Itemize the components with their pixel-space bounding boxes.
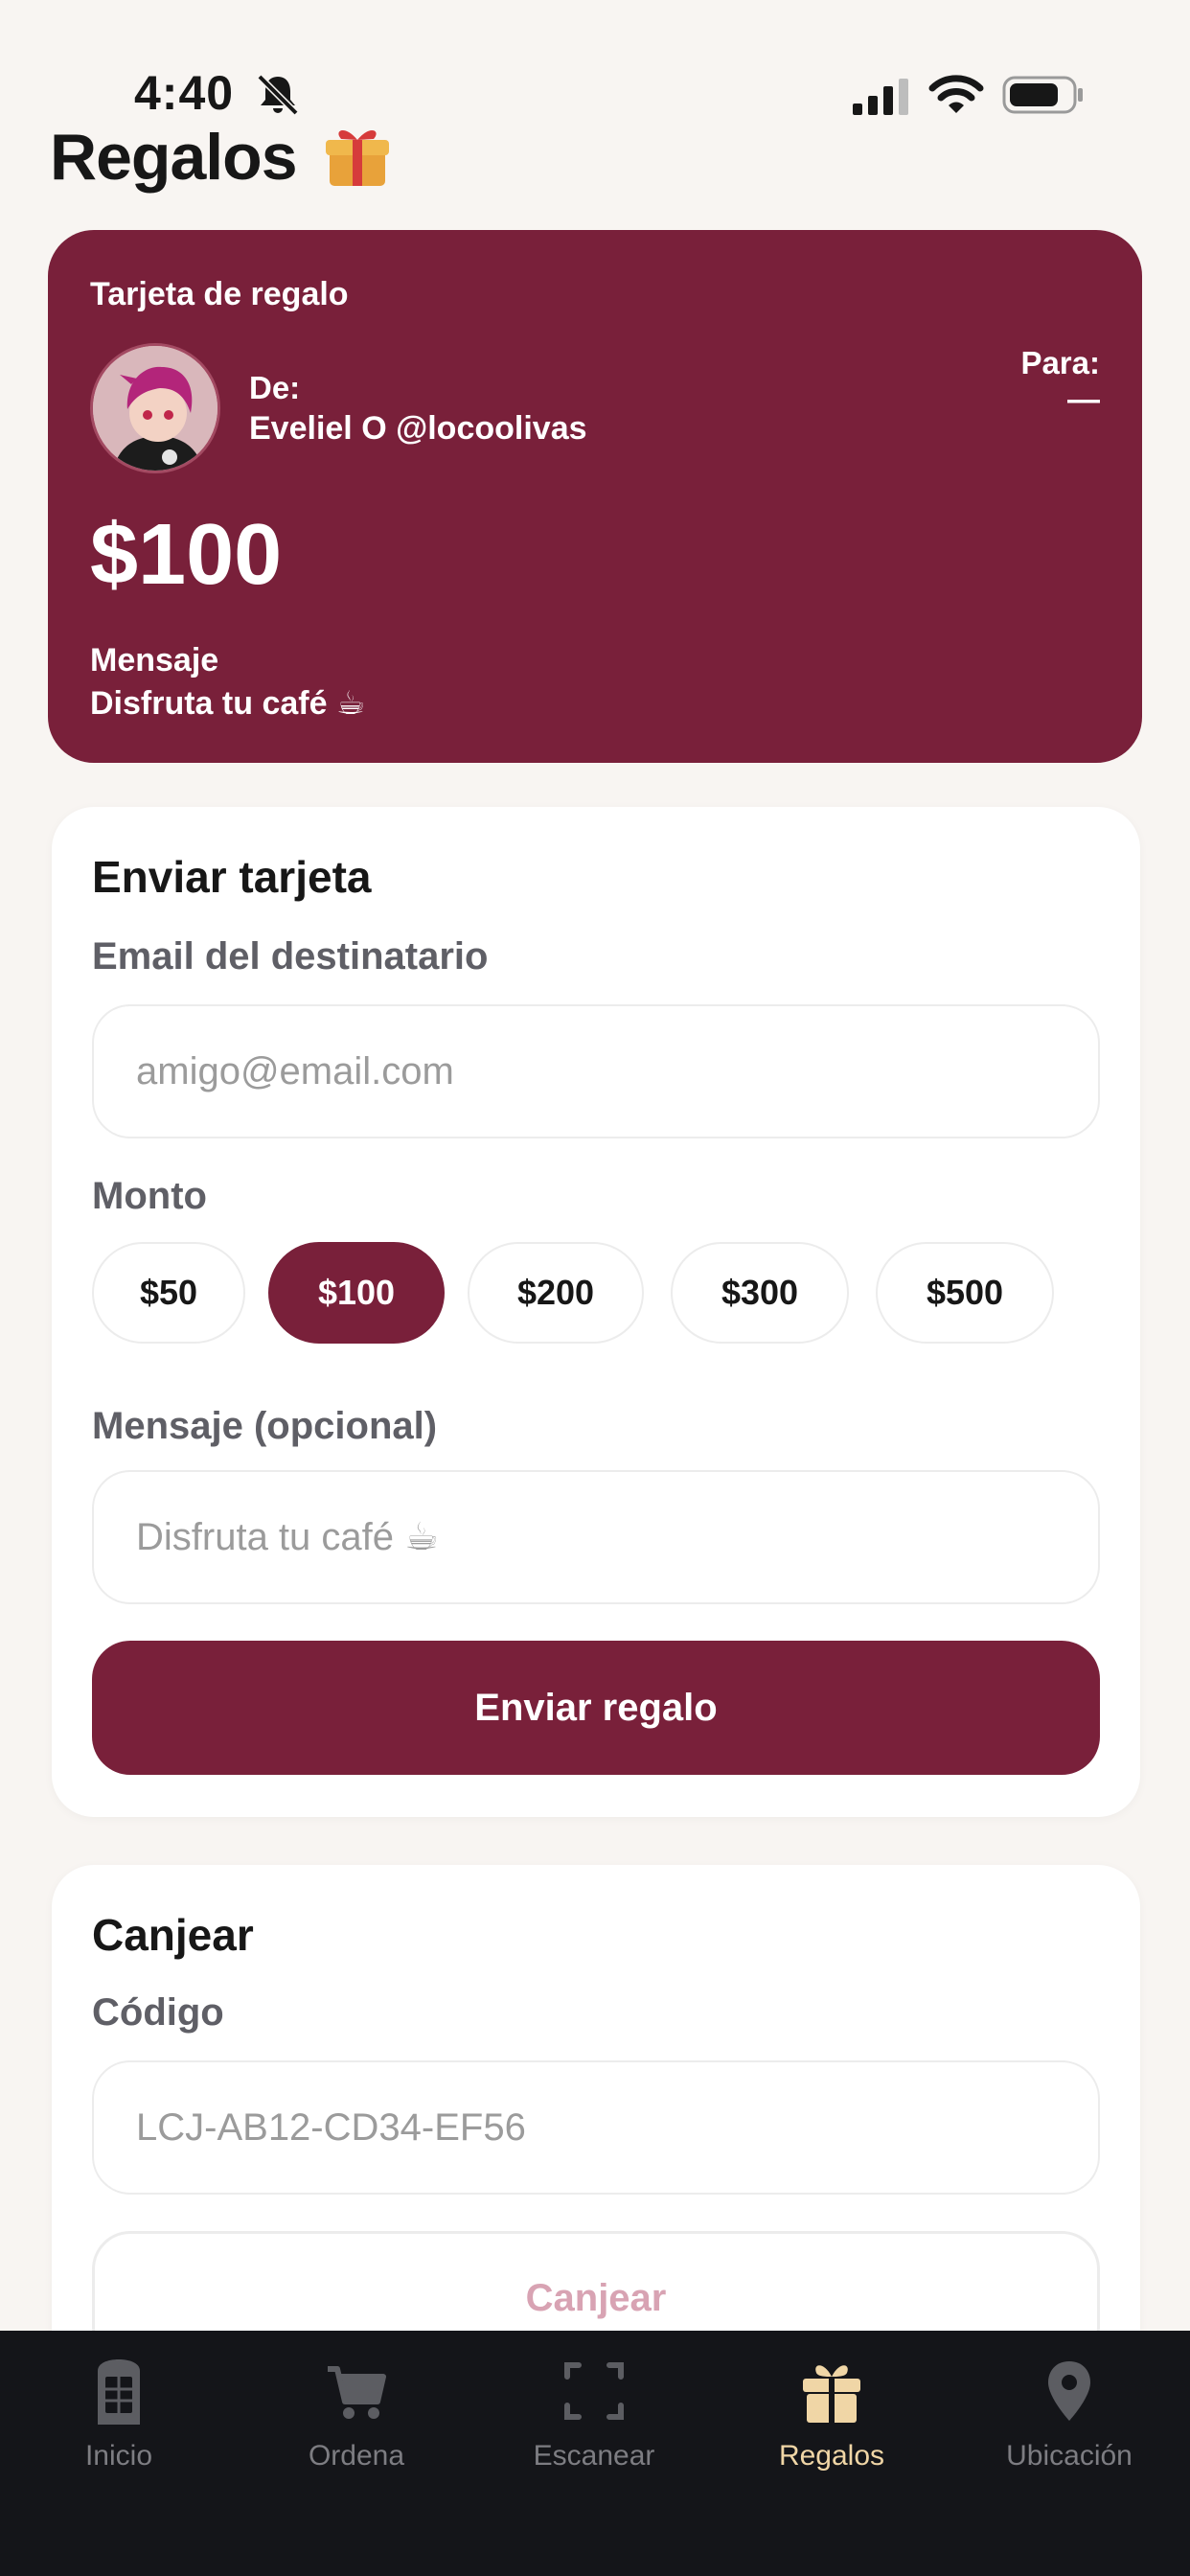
bell-muted-icon [257, 74, 299, 116]
cart-icon [328, 2366, 386, 2419]
send-card-title: Enviar tarjeta [92, 852, 372, 902]
message-label: Mensaje [90, 642, 219, 678]
tab-label-escanear: Escanear [533, 2440, 655, 2472]
cellular-signal-icon [853, 79, 908, 115]
gift-icon [326, 130, 389, 186]
message-optional-label: Mensaje (opcional) [92, 1405, 438, 1447]
gift-card-amount: $100 [90, 507, 283, 603]
amount-selector: $50 $100 $200 $300 $500 [92, 1242, 1108, 1346]
amount-chip-100[interactable]: $100 [268, 1242, 445, 1344]
tab-ordena[interactable]: Ordena [238, 2331, 475, 2503]
message-placeholder: Disfruta tu café ☕ [136, 1516, 439, 1558]
amount-chip-500[interactable]: $500 [876, 1242, 1054, 1344]
tab-label-inicio: Inicio [84, 2440, 153, 2472]
from-label: De: [249, 370, 301, 405]
tab-bar: Inicio Ordena Escanear Regalos Ubicación [0, 2331, 1190, 2576]
scan-icon [564, 2362, 624, 2420]
send-gift-button[interactable]: Enviar regalo [92, 1641, 1100, 1775]
battery-icon [1002, 76, 1083, 114]
amount-chip-300[interactable]: $300 [671, 1242, 849, 1344]
gift-card-title: Tarjeta de regalo [90, 276, 349, 312]
redeem-card-title: Canjear [92, 1910, 254, 1960]
code-placeholder: LCJ-AB12-CD34-EF56 [136, 2105, 526, 2149]
message-field[interactable]: Disfruta tu café ☕ [92, 1470, 1100, 1604]
tab-label-regalos: Regalos [778, 2440, 885, 2472]
phone-booth-icon [98, 2359, 140, 2425]
amount-label: Monto [92, 1175, 207, 1217]
tab-regalos[interactable]: Regalos [713, 2331, 950, 2503]
message-value: Disfruta tu café ☕ [90, 685, 366, 722]
gifts-screen: 4:40 Regalos Tarjeta de regalo De: Eveli… [0, 0, 1190, 2576]
email-placeholder: amigo@email.com [136, 1049, 454, 1092]
tab-label-ubicacion: Ubicación [1006, 2440, 1133, 2472]
tab-inicio[interactable]: Inicio [0, 2331, 238, 2503]
status-bar: 4:40 [0, 59, 1190, 126]
tab-ubicacion[interactable]: Ubicación [950, 2331, 1188, 2503]
gift-icon [803, 2365, 860, 2423]
avatar [90, 343, 220, 473]
from-value: Eveliel O @locoolivas [249, 410, 587, 447]
location-pin-icon [1048, 2361, 1090, 2421]
email-label: Email del destinatario [92, 935, 489, 978]
amount-chip-50[interactable]: $50 [92, 1242, 245, 1344]
gift-card-preview: Tarjeta de regalo De: Eveliel O @locooli… [48, 230, 1142, 763]
wifi-icon [928, 75, 984, 113]
send-gift-card-section: Enviar tarjeta Email del destinatario am… [52, 807, 1140, 1817]
code-field[interactable]: LCJ-AB12-CD34-EF56 [92, 2060, 1100, 2195]
code-label: Código [92, 1991, 224, 2034]
email-field[interactable]: amigo@email.com [92, 1004, 1100, 1138]
amount-chip-200[interactable]: $200 [468, 1242, 644, 1344]
status-time: 4:40 [134, 66, 235, 120]
tab-label-ordena: Ordena [308, 2440, 405, 2472]
to-label: Para: [1020, 345, 1100, 380]
tab-escanear[interactable]: Escanear [475, 2331, 713, 2503]
to-value: — [1067, 381, 1100, 418]
page-title: Regalos [50, 121, 298, 194]
